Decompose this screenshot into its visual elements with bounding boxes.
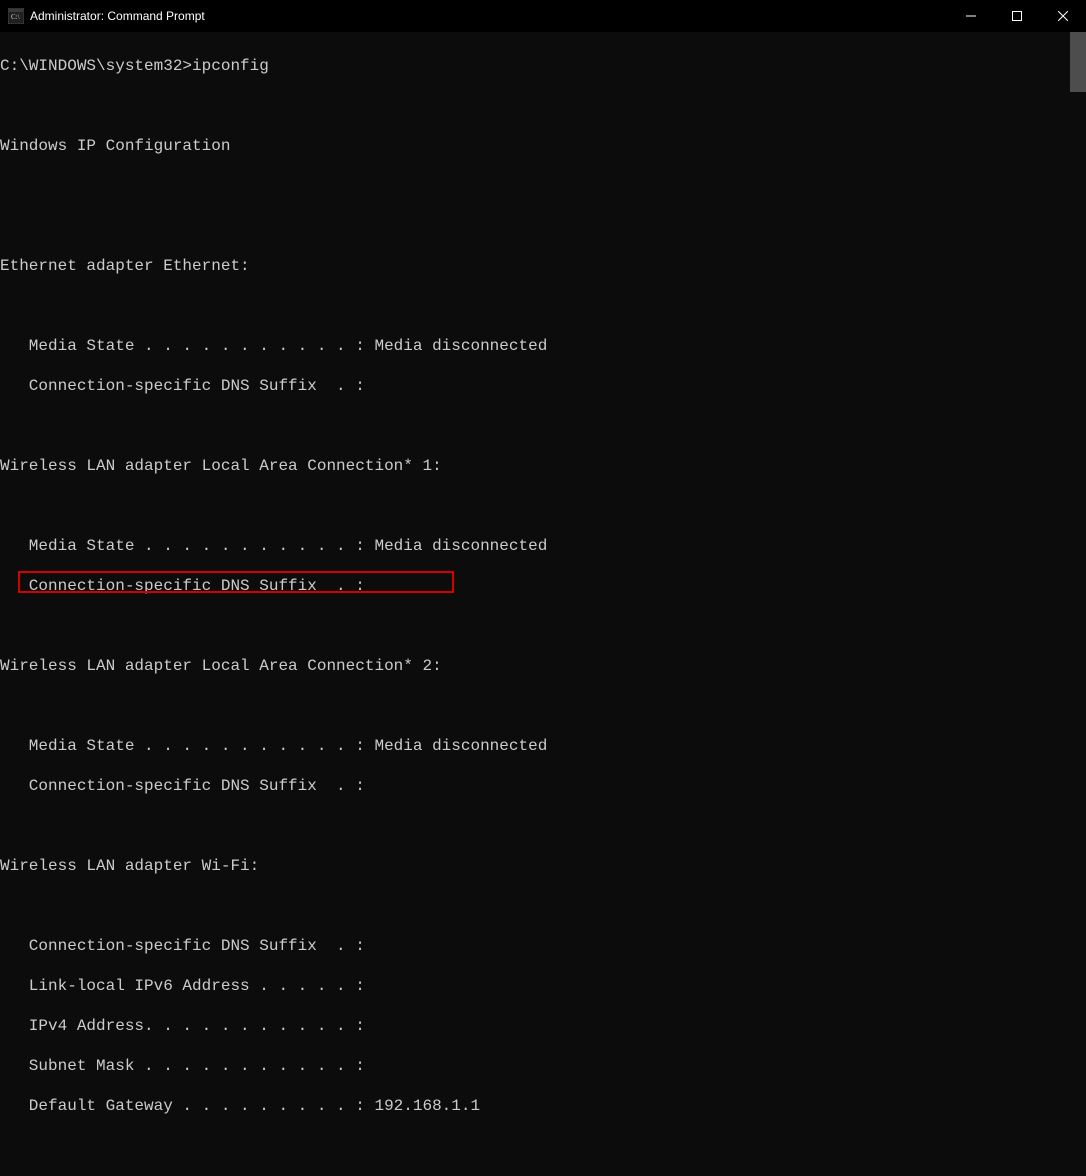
adapter-line: Connection-specific DNS Suffix . :	[0, 576, 1086, 596]
minimize-button[interactable]	[948, 0, 994, 32]
adapter-name: Wireless LAN adapter Local Area Connecti…	[0, 656, 1086, 676]
adapter-line: Media State . . . . . . . . . . . : Medi…	[0, 336, 1086, 356]
cmd-icon: C:\	[8, 8, 24, 24]
config-header: Windows IP Configuration	[0, 136, 1086, 156]
window-controls	[948, 0, 1086, 32]
close-button[interactable]	[1040, 0, 1086, 32]
prompt: C:\WINDOWS\system32>	[0, 57, 192, 75]
adapter-line: Connection-specific DNS Suffix . :	[0, 776, 1086, 796]
adapter-line: Media State . . . . . . . . . . . : Medi…	[0, 736, 1086, 756]
adapter-line: Connection-specific DNS Suffix . :	[0, 936, 1086, 956]
adapter-line: Link-local IPv6 Address . . . . . :	[0, 976, 1086, 996]
adapter-line: Subnet Mask . . . . . . . . . . . :	[0, 1056, 1086, 1076]
window-title: Administrator: Command Prompt	[30, 9, 948, 23]
default-gateway-line: Default Gateway . . . . . . . . . : 192.…	[0, 1096, 1086, 1116]
adapter-name: Ethernet adapter Ethernet:	[0, 256, 1086, 276]
maximize-button[interactable]	[994, 0, 1040, 32]
command: ipconfig	[192, 57, 269, 75]
adapter-name: Wireless LAN adapter Wi-Fi:	[0, 856, 1086, 876]
scrollbar-thumb[interactable]	[1070, 32, 1086, 92]
titlebar: C:\ Administrator: Command Prompt	[0, 0, 1086, 32]
svg-text:C:\: C:\	[11, 13, 20, 21]
adapter-line: Media State . . . . . . . . . . . : Medi…	[0, 536, 1086, 556]
adapter-line: Connection-specific DNS Suffix . :	[0, 376, 1086, 396]
terminal-output[interactable]: C:\WINDOWS\system32>ipconfig Windows IP …	[0, 32, 1086, 605]
adapter-line: IPv4 Address. . . . . . . . . . . :	[0, 1016, 1086, 1036]
scrollbar[interactable]	[1070, 32, 1086, 605]
adapter-name: Wireless LAN adapter Local Area Connecti…	[0, 456, 1086, 476]
